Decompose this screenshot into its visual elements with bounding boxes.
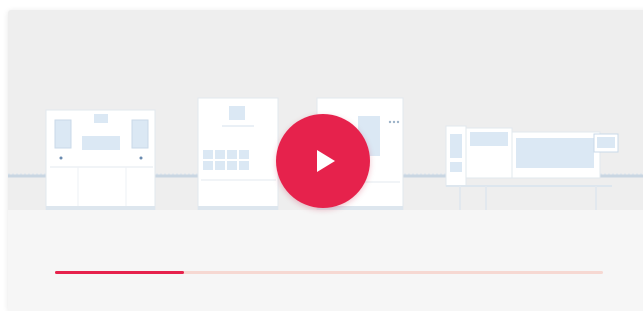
machine-unit-1 [45,109,156,210]
play-button[interactable] [276,114,370,208]
player-controls-area [8,210,643,311]
progress-bar-fill [55,271,184,274]
page [0,0,643,311]
machine-unit-2 [197,97,279,210]
progress-bar[interactable] [55,271,603,274]
play-icon [317,150,335,172]
video-player[interactable] [8,10,643,311]
